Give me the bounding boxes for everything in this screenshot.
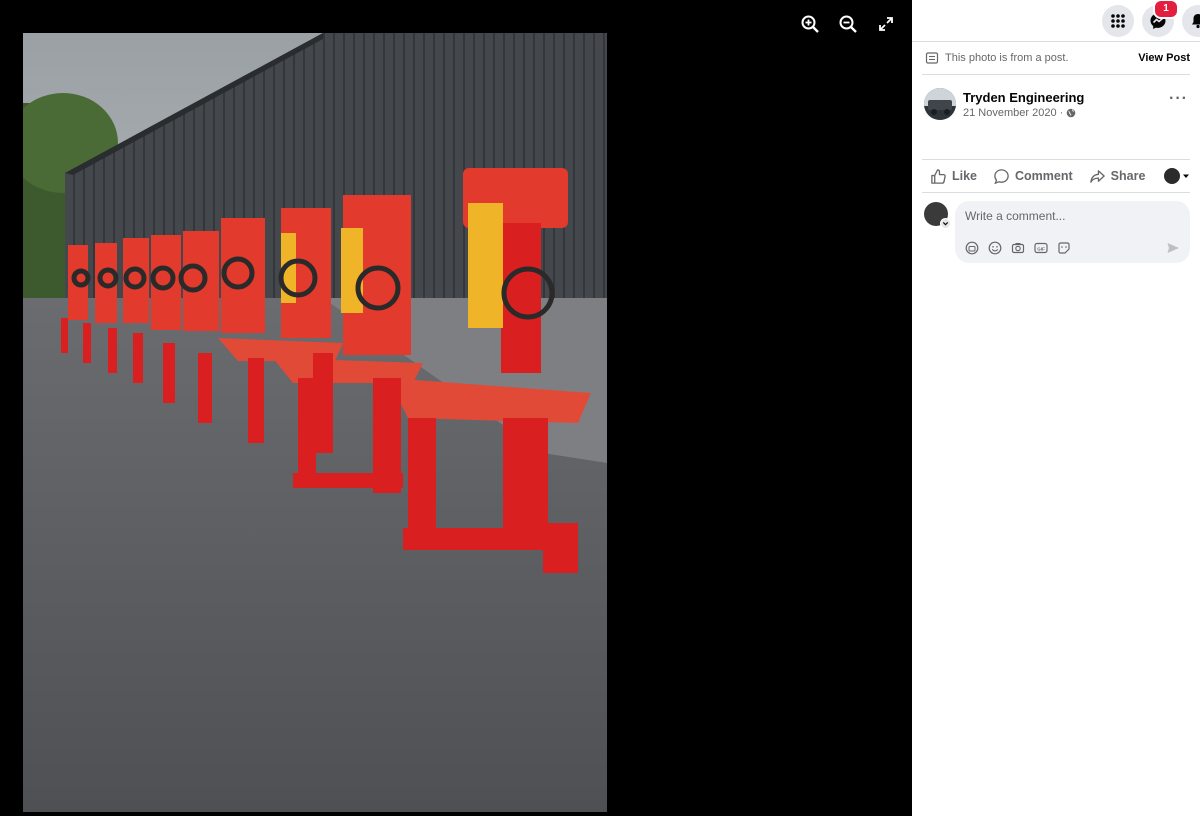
react-as-selector[interactable] bbox=[1164, 168, 1190, 184]
thumbs-up-icon bbox=[931, 168, 946, 184]
share-icon bbox=[1089, 169, 1105, 183]
post-header: Tryden Engineering 21 November 2020 · ··… bbox=[912, 75, 1200, 159]
comment-box: GIF bbox=[955, 201, 1190, 263]
avatar-chevron bbox=[940, 218, 951, 229]
post-date[interactable]: 21 November 2020 · bbox=[963, 106, 1063, 120]
comment-tools: GIF bbox=[965, 241, 1180, 255]
author-name[interactable]: Tryden Engineering bbox=[963, 90, 1169, 106]
author-info: Tryden Engineering 21 November 2020 · bbox=[963, 88, 1169, 120]
like-label: Like bbox=[952, 169, 978, 183]
view-post-link[interactable]: View Post bbox=[1138, 52, 1190, 64]
fullscreen-icon bbox=[879, 17, 893, 31]
zoom-out-button[interactable] bbox=[832, 10, 864, 38]
post-actions: Like Comment Share bbox=[922, 159, 1190, 193]
share-button[interactable]: Share bbox=[1081, 160, 1154, 192]
svg-text:GIF: GIF bbox=[1037, 246, 1045, 251]
top-nav: 1 bbox=[912, 0, 1200, 42]
post-icon bbox=[925, 52, 939, 64]
camera-icon[interactable] bbox=[1011, 241, 1025, 255]
messenger-badge: 1 bbox=[1153, 0, 1179, 19]
notifications-button[interactable] bbox=[1182, 4, 1200, 37]
bell-icon bbox=[1192, 13, 1200, 28]
messenger-button[interactable]: 1 bbox=[1142, 0, 1179, 37]
fullscreen-button[interactable] bbox=[870, 10, 902, 38]
send-icon[interactable] bbox=[1166, 241, 1180, 255]
post-side-panel: 1 This photo is from a post. View Post T… bbox=[912, 0, 1200, 816]
share-label: Share bbox=[1110, 169, 1146, 183]
menu-button[interactable] bbox=[1102, 4, 1134, 37]
gif-icon[interactable]: GIF bbox=[1034, 241, 1048, 255]
zoom-in-button[interactable] bbox=[794, 10, 826, 38]
photo-viewer bbox=[0, 0, 912, 816]
caret-down-icon bbox=[1183, 174, 1189, 178]
like-button[interactable]: Like bbox=[922, 160, 985, 192]
grid-menu-icon bbox=[1111, 13, 1125, 28]
zoom-in-icon bbox=[801, 15, 819, 33]
author-avatar[interactable] bbox=[924, 88, 956, 120]
comment-input[interactable] bbox=[965, 209, 1180, 223]
photo-image bbox=[23, 33, 607, 812]
emoji-icon[interactable] bbox=[988, 241, 1002, 255]
author-avatar-image bbox=[924, 88, 956, 120]
notice-text: This photo is from a post. bbox=[945, 52, 1069, 64]
avatar-sticker-icon[interactable] bbox=[965, 241, 979, 255]
globe-icon bbox=[1066, 108, 1076, 118]
post-meta: 21 November 2020 · bbox=[963, 106, 1169, 120]
photo-source-notice: This photo is from a post. View Post bbox=[922, 42, 1190, 75]
comment-label: Comment bbox=[1015, 169, 1073, 183]
react-as-avatar bbox=[1164, 168, 1180, 184]
user-avatar[interactable] bbox=[924, 202, 951, 229]
viewer-toolbar bbox=[794, 10, 902, 38]
sticker-icon[interactable] bbox=[1057, 241, 1071, 255]
comment-icon bbox=[994, 168, 1009, 184]
comment-button[interactable]: Comment bbox=[985, 160, 1081, 192]
zoom-out-icon bbox=[839, 15, 857, 33]
more-options-button[interactable]: ··· bbox=[1169, 90, 1188, 108]
comment-composer: GIF bbox=[912, 193, 1200, 263]
post-photo[interactable] bbox=[23, 33, 607, 812]
chevron-down-icon bbox=[942, 222, 949, 226]
